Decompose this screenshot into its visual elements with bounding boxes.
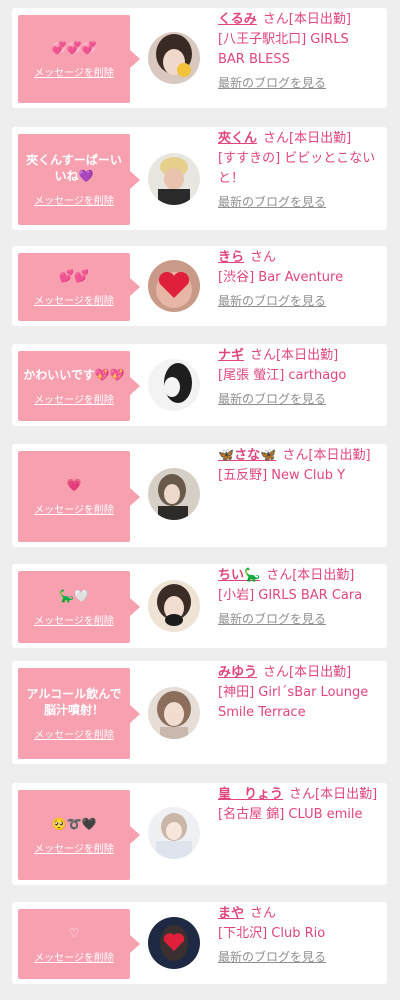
message-card: 🦕🤍 メッセージを削除 ちい🦕 さん[本日出勤] [小岩] GIRLS BAR C… xyxy=(12,564,387,648)
delete-message-button[interactable]: メッセージを削除 xyxy=(34,192,114,207)
message-list: 💞💞💞 メッセージを削除 くるみ さん[本日出勤] [八王子駅北口] GIRLS … xyxy=(0,0,400,1000)
honorific: さん xyxy=(250,906,277,921)
cast-name-link[interactable]: みゆう xyxy=(218,665,257,680)
honorific: さん xyxy=(262,12,289,27)
message-card: 💞💞💞 メッセージを削除 くるみ さん[本日出勤] [八王子駅北口] GIRLS … xyxy=(12,8,387,108)
message-text: 💗 xyxy=(66,478,82,492)
status-label: [本日出勤] xyxy=(288,12,351,27)
cast-name-link[interactable]: きら xyxy=(218,250,244,265)
view-blog-link[interactable]: 最新のブログを見る xyxy=(218,292,326,310)
shop-name: [五反野] New Club Y xyxy=(218,468,346,483)
cast-name-link[interactable]: 🦋さな🦋 xyxy=(218,448,276,463)
shop-name: [八王子駅北口] GIRLS BAR BLESS xyxy=(218,32,349,67)
message-text: アルコール飲んで脳汁噴射！ xyxy=(26,687,122,717)
shop-name: [すすきの] ビビッとこないと！ xyxy=(218,151,376,186)
message-text: かわいいです💖💖 xyxy=(23,367,125,382)
message-card: ♡ メッセージを削除 まや さん [下北沢] Club Rio 最新のブログを見る xyxy=(12,902,387,984)
shop-name: [小岩] GIRLS BAR Cara xyxy=(218,588,363,603)
view-blog-link[interactable]: 最新のブログを見る xyxy=(218,948,326,966)
message-bubble: 夾くんすーぱーいいね💜 メッセージを削除 xyxy=(18,134,140,225)
message-text: 夾くんすーぱーいいね💜 xyxy=(26,153,122,183)
message-text: 💕💕 xyxy=(59,268,89,283)
avatar[interactable] xyxy=(148,153,200,205)
avatar[interactable] xyxy=(148,359,200,411)
honorific: さん xyxy=(263,665,290,680)
avatar[interactable] xyxy=(148,807,200,859)
view-blog-link[interactable]: 最新のブログを見る xyxy=(218,74,326,92)
delete-message-button[interactable]: メッセージを削除 xyxy=(34,292,114,307)
status-label: [本日出勤] xyxy=(276,348,339,363)
delete-message-button[interactable]: メッセージを削除 xyxy=(34,612,114,627)
cast-name-link[interactable]: ちい🦕 xyxy=(218,568,260,583)
message-bubble: 💞💞💞 メッセージを削除 xyxy=(18,15,140,103)
message-bubble: 💕💕 メッセージを削除 xyxy=(18,253,140,321)
view-blog-link[interactable]: 最新のブログを見る xyxy=(218,193,326,211)
shop-name: [下北沢] Club Rio xyxy=(218,926,326,941)
avatar[interactable] xyxy=(148,260,200,312)
message-bubble: ♡ メッセージを削除 xyxy=(18,909,140,979)
message-text: 🥺➰🖤 xyxy=(51,816,97,831)
message-card: 夾くんすーぱーいいね💜 メッセージを削除 夾くん さん[本日出勤] [すすきの] … xyxy=(12,127,387,230)
message-bubble: 🦕🤍 メッセージを削除 xyxy=(18,571,140,643)
message-text: 💞💞💞 xyxy=(51,40,97,55)
message-card: 🥺➰🖤 メッセージを削除 皇 りょう さん[本日出勤] [名古屋 錦] CLUB … xyxy=(12,783,387,885)
avatar[interactable] xyxy=(148,687,200,739)
honorific: さん xyxy=(289,787,316,802)
message-text: ♡ xyxy=(68,925,80,940)
message-card: 💕💕 メッセージを削除 きら さん [渋谷] Bar Aventure 最新のブロ… xyxy=(12,246,387,326)
message-card: 💗 メッセージを削除 🦋さな🦋 さん[本日出勤] [五反野] New Club Y xyxy=(12,444,387,547)
honorific: さん xyxy=(263,131,290,146)
delete-message-button[interactable]: メッセージを削除 xyxy=(34,726,114,741)
cast-name-link[interactable]: くるみ xyxy=(218,12,257,27)
delete-message-button[interactable]: メッセージを削除 xyxy=(34,501,114,516)
cast-name-link[interactable]: 夾くん xyxy=(218,131,257,146)
message-bubble: かわいいです💖💖 メッセージを削除 xyxy=(18,351,140,421)
shop-name: [神田] Girl´sBar Lounge Smile Terrace xyxy=(218,685,369,720)
honorific: さん xyxy=(250,250,277,265)
status-label: [本日出勤] xyxy=(289,131,352,146)
avatar[interactable] xyxy=(148,917,200,969)
status-label: [本日出勤] xyxy=(289,665,352,680)
delete-message-button[interactable]: メッセージを削除 xyxy=(34,840,114,855)
message-card: アルコール飲んで脳汁噴射！ メッセージを削除 みゆう さん[本日出勤] [神田] … xyxy=(12,661,387,764)
message-bubble: アルコール飲んで脳汁噴射！ メッセージを削除 xyxy=(18,668,140,759)
honorific: さん xyxy=(282,448,309,463)
delete-message-button[interactable]: メッセージを削除 xyxy=(34,64,114,79)
message-bubble: 💗 メッセージを削除 xyxy=(18,451,140,542)
cast-name-link[interactable]: ナギ xyxy=(218,348,244,363)
shop-name: [名古屋 錦] CLUB emile xyxy=(218,807,363,822)
status-label: [本日出勤] xyxy=(315,787,378,802)
shop-name: [渋谷] Bar Aventure xyxy=(218,270,344,285)
message-card: かわいいです💖💖 メッセージを削除 ナギ さん[本日出勤] [尾張 螢江] car… xyxy=(12,344,387,426)
status-label: [本日出勤] xyxy=(292,568,355,583)
cast-name-link[interactable]: まや xyxy=(218,906,244,921)
message-text: 🦕🤍 xyxy=(59,588,89,603)
view-blog-link[interactable]: 最新のブログを見る xyxy=(218,390,326,408)
honorific: さん xyxy=(250,348,277,363)
avatar[interactable] xyxy=(148,468,200,520)
honorific: さん xyxy=(266,568,293,583)
message-bubble: 🥺➰🖤 メッセージを削除 xyxy=(18,790,140,880)
delete-message-button[interactable]: メッセージを削除 xyxy=(34,949,114,964)
delete-message-button[interactable]: メッセージを削除 xyxy=(34,391,114,406)
cast-name-link[interactable]: 皇 りょう xyxy=(218,787,283,802)
view-blog-link[interactable]: 最新のブログを見る xyxy=(218,610,326,628)
avatar[interactable] xyxy=(148,580,200,632)
avatar[interactable] xyxy=(148,32,200,84)
shop-name: [尾張 螢江] carthago xyxy=(218,368,347,383)
status-label: [本日出勤] xyxy=(308,448,371,463)
